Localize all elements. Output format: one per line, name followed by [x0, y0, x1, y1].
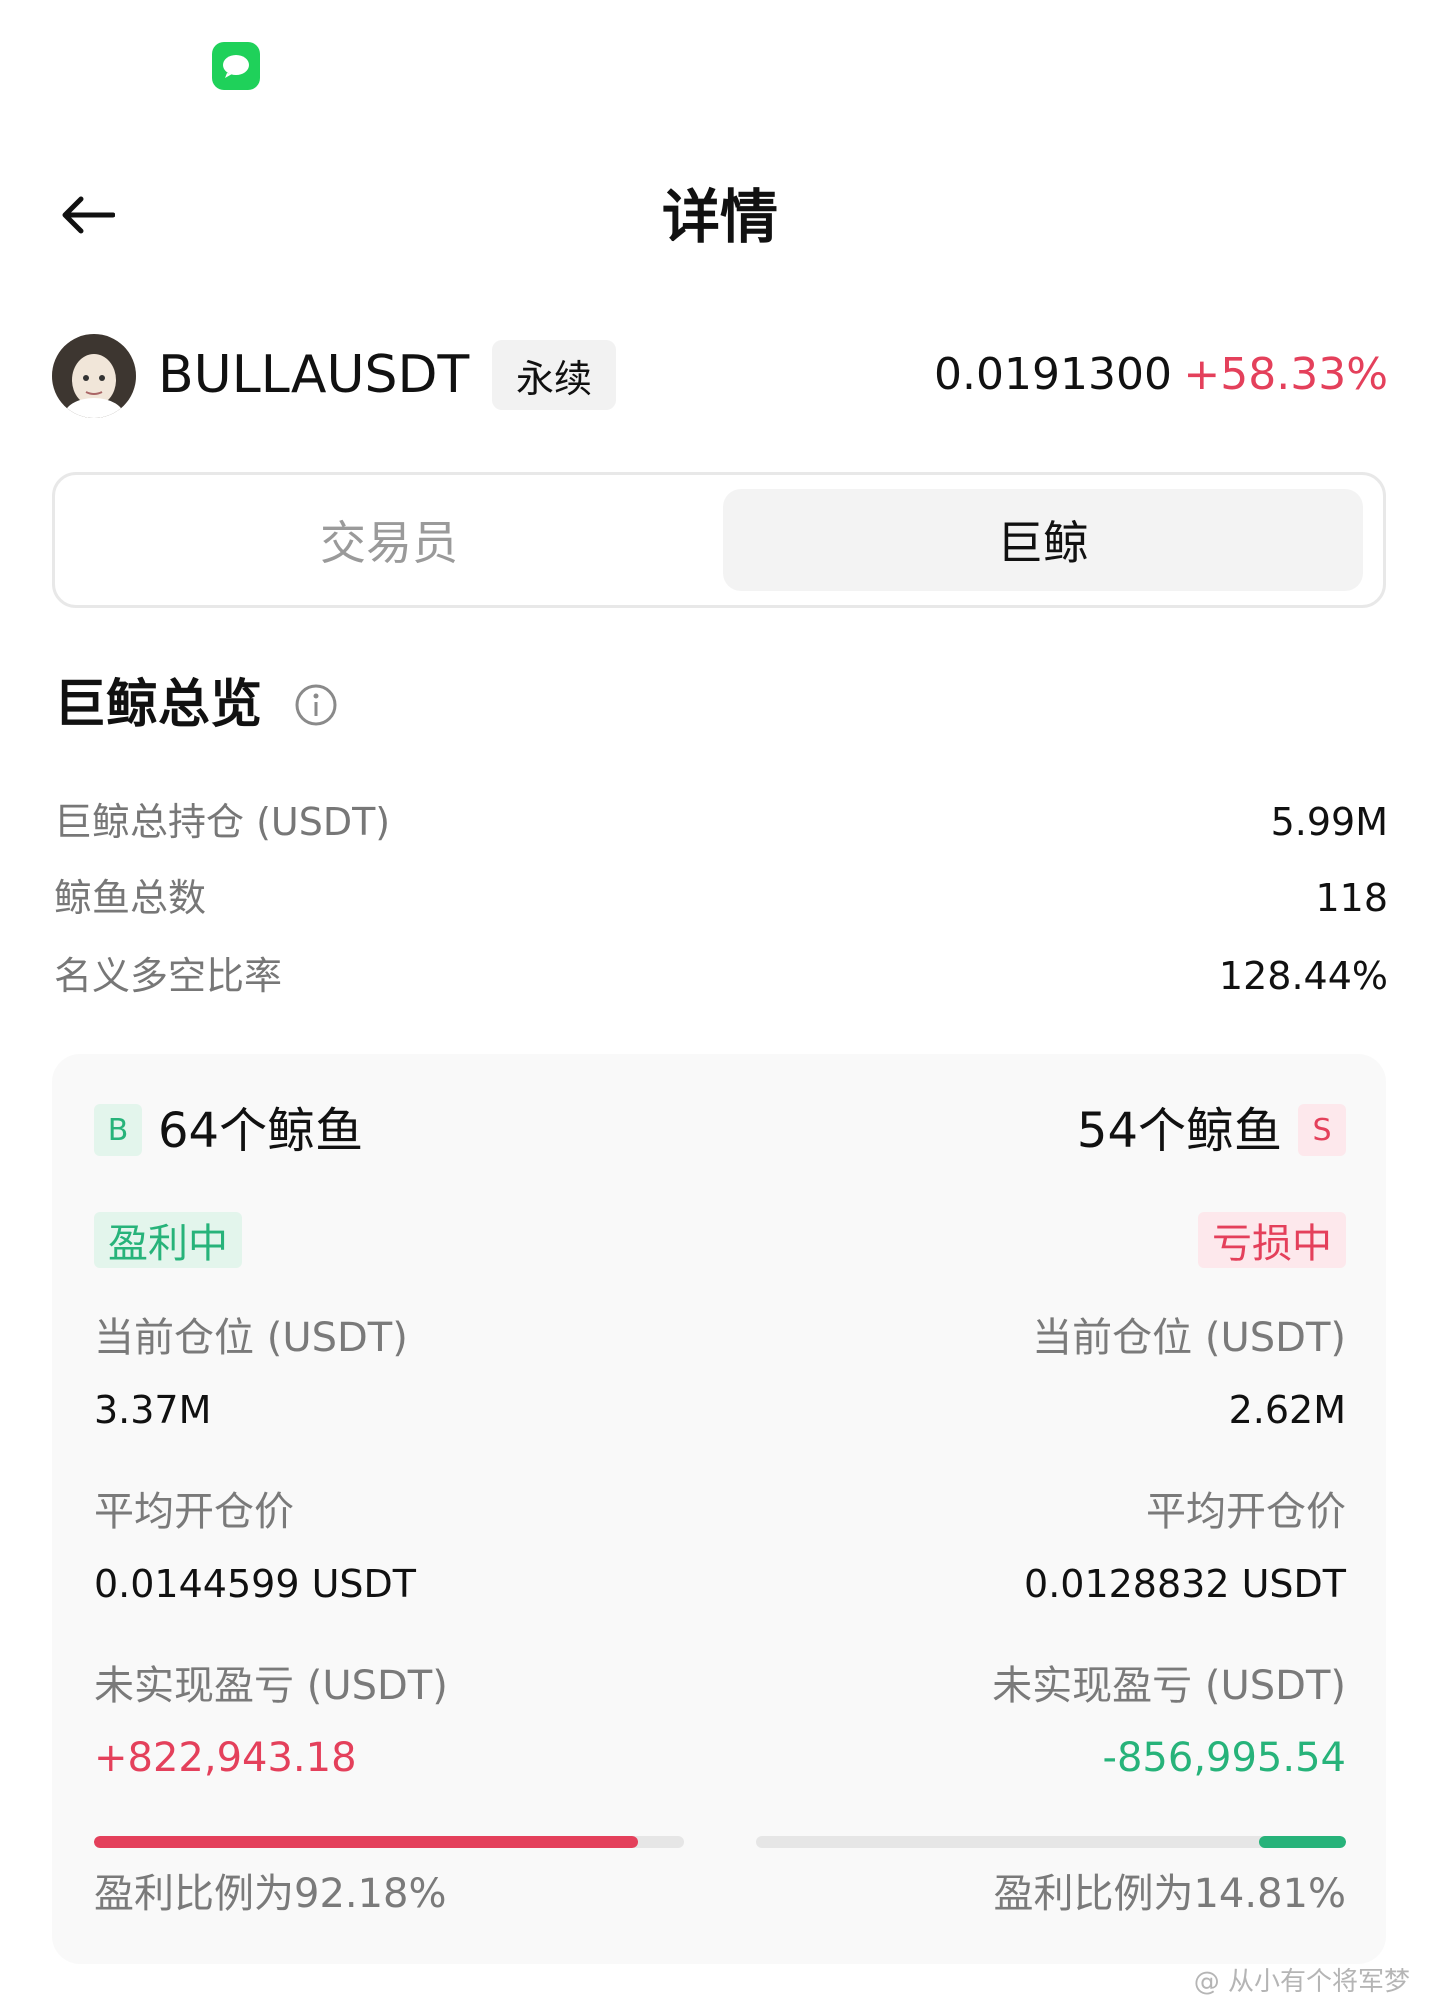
whale-count-value: 118	[1315, 876, 1388, 920]
tab-whales[interactable]: 巨鲸	[723, 489, 1363, 591]
long-avg-price-value: 0.0144599 USDT	[94, 1562, 416, 1606]
message-icon	[212, 42, 260, 90]
total-position-value: 5.99M	[1270, 800, 1388, 844]
long-avg-price-label: 平均开仓价	[94, 1489, 294, 1535]
short-profit-bar-fill	[1258, 1836, 1346, 1848]
info-icon[interactable]	[294, 683, 338, 727]
perpetual-badge: 永续	[492, 340, 616, 410]
long-short-ratio-label: 名义多空比率	[54, 954, 283, 998]
symbol-name: BULLAUSDT	[158, 345, 470, 405]
segmented-tabs: 交易员 巨鲸	[52, 472, 1386, 608]
long-status-tag: 盈利中	[94, 1212, 242, 1268]
long-pnl-value: +822,943.18	[94, 1735, 357, 1781]
short-pnl-value: -856,995.54	[1102, 1735, 1346, 1781]
short-position-label: 当前仓位 (USDT)	[1032, 1315, 1346, 1361]
short-position-value: 2.62M	[1228, 1388, 1346, 1432]
short-profit-bar	[756, 1836, 1346, 1848]
avatar	[52, 334, 136, 418]
long-profit-ratio: 盈利比例为92.18%	[94, 1871, 447, 1917]
long-short-ratio-value: 128.44%	[1218, 954, 1388, 998]
page-title: 详情	[661, 183, 778, 251]
long-position-label: 当前仓位 (USDT)	[94, 1315, 408, 1361]
short-profit-ratio: 盈利比例为14.81%	[993, 1871, 1346, 1917]
total-position-label: 巨鲸总持仓 (USDT)	[54, 800, 391, 844]
long-pnl-label: 未实现盈亏 (USDT)	[94, 1663, 448, 1709]
section-title: 巨鲸总览	[54, 675, 263, 735]
long-whale-count: 64个鲸鱼	[158, 1103, 364, 1159]
long-profit-bar	[94, 1836, 684, 1848]
short-badge: S	[1298, 1104, 1346, 1156]
price-change: +58.33%	[1183, 349, 1388, 400]
short-avg-price-label: 平均开仓价	[1146, 1489, 1346, 1535]
long-profit-bar-fill	[94, 1836, 638, 1848]
short-avg-price-value: 0.0128832 USDT	[1024, 1562, 1346, 1606]
tab-traders[interactable]: 交易员	[69, 489, 709, 591]
long-badge: B	[94, 1104, 142, 1156]
whale-count-label: 鲸鱼总数	[54, 876, 207, 920]
short-whale-count: 54个鲸鱼	[1076, 1103, 1282, 1159]
long-position-value: 3.37M	[94, 1388, 212, 1432]
last-price: 0.0191300	[934, 349, 1172, 400]
short-pnl-label: 未实现盈亏 (USDT)	[992, 1663, 1346, 1709]
watermark: @ 从小有个将军梦	[1193, 1967, 1410, 1997]
short-status-tag: 亏损中	[1198, 1212, 1346, 1268]
